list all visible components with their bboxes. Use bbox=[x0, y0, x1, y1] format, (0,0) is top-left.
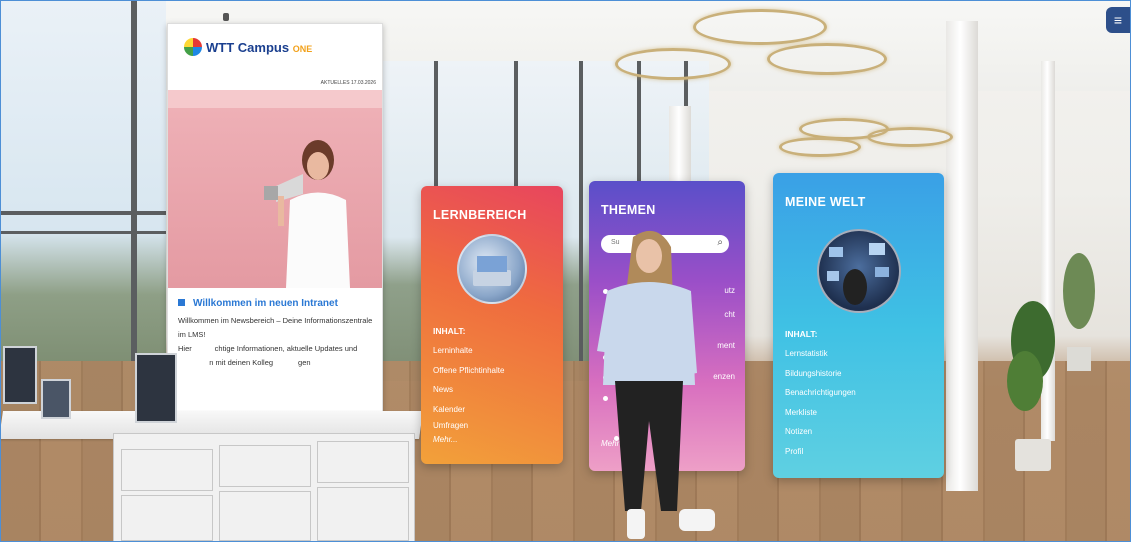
meine-welt-list: Lernstatistik Bildungshistorie Benachric… bbox=[785, 344, 856, 461]
spotlight-icon bbox=[223, 13, 229, 21]
logo-suffix: ONE bbox=[292, 44, 313, 54]
panel-meine-welt[interactable]: MEINE WELT INHALT: Lernstatistik Bildung… bbox=[773, 173, 944, 478]
column bbox=[946, 21, 978, 491]
storage-cabinet-drawer bbox=[317, 441, 409, 483]
topic-label: enzen bbox=[713, 371, 735, 381]
storage-cabinet-drawer bbox=[219, 445, 311, 487]
list-item-kalender[interactable]: Kalender bbox=[433, 400, 504, 420]
bullet-dot-icon bbox=[603, 283, 612, 301]
news-display[interactable]: WTT Campus ONE AKTUELLES 17.03.2026 Will… bbox=[167, 23, 383, 415]
themen-search[interactable]: ⌕ bbox=[601, 235, 729, 253]
list-item-lerninhalte[interactable]: Lerninhalte bbox=[433, 341, 504, 361]
list-item-news[interactable]: News bbox=[433, 380, 504, 400]
campus-logo-icon bbox=[184, 38, 202, 56]
ceiling-light-ring bbox=[693, 9, 827, 45]
list-item-benachrichtigungen[interactable]: Benachrichtigungen bbox=[785, 383, 856, 403]
computer-monitor bbox=[135, 353, 177, 423]
storage-cabinet-drawer bbox=[121, 495, 213, 541]
news-title[interactable]: Willkommen im neuen Intranet bbox=[178, 298, 338, 309]
hamburger-menu-icon[interactable]: ≡ bbox=[1106, 7, 1130, 33]
news-body: Willkommen im Newsbereich – Deine Inform… bbox=[178, 314, 374, 370]
computer-monitor bbox=[41, 379, 71, 419]
themen-list: utz cht ment enzen bbox=[713, 281, 735, 391]
panel-title: MEINE WELT bbox=[785, 195, 866, 209]
digital-world-image bbox=[817, 229, 901, 313]
panel-title: THEMEN bbox=[601, 203, 656, 217]
list-item-lernstatistik[interactable]: Lernstatistik bbox=[785, 344, 856, 364]
topic-label: Te um bbox=[623, 434, 666, 443]
storage-cabinet-drawer bbox=[317, 487, 409, 541]
laptop-image bbox=[457, 234, 527, 304]
ceiling-light-ring bbox=[867, 127, 953, 147]
list-item[interactable]: enzen bbox=[713, 363, 735, 391]
campus-logo: WTT Campus ONE bbox=[206, 40, 312, 55]
list-item-mehr[interactable]: Mehr... bbox=[433, 433, 504, 447]
lernbereich-list: Lerninhalte Offene Pflichtinhalte News K… bbox=[433, 341, 504, 447]
storage-cabinet-drawer bbox=[121, 449, 213, 491]
ceiling-light-ring bbox=[767, 43, 887, 75]
list-item-profil[interactable]: Profil bbox=[785, 442, 856, 462]
title-square-icon bbox=[178, 299, 185, 306]
content-label: INHALT: bbox=[785, 329, 818, 339]
search-input[interactable] bbox=[609, 238, 713, 247]
woman-megaphone-illustration bbox=[264, 140, 350, 288]
news-body-line: n mit deinen Kolleg gen bbox=[178, 358, 311, 367]
logo-brand: WTT Campus bbox=[206, 40, 290, 55]
news-body-line: Willkommen im Newsbereich – Deine Inform… bbox=[178, 316, 373, 325]
news-body-line: Hier chtige Informationen, aktuelle Upda… bbox=[178, 344, 358, 353]
topic-label: cht bbox=[724, 309, 735, 319]
potted-plant bbox=[1063, 253, 1095, 371]
news-title-text: Willkommen im neuen Intranet bbox=[193, 298, 338, 309]
bullet-dot-icon bbox=[603, 369, 612, 387]
news-body-line: im LMS! bbox=[178, 330, 206, 339]
list-item-umfragen[interactable]: Umfragen bbox=[433, 419, 504, 433]
ceiling-light-ring bbox=[779, 137, 861, 157]
themen-more[interactable]: Mehr bbox=[601, 439, 619, 448]
list-item-notizen[interactable]: Notizen bbox=[785, 422, 856, 442]
bullet-dot-icon bbox=[603, 390, 612, 408]
topic-label: ment bbox=[717, 340, 735, 350]
panel-title: LERNBEREICH bbox=[433, 208, 527, 222]
list-item[interactable]: utz bbox=[713, 281, 735, 301]
news-header: WTT Campus ONE AKTUELLES 17.03.2026 bbox=[168, 24, 382, 86]
news-meta: AKTUELLES 17.03.2026 bbox=[320, 80, 376, 86]
virtual-campus-scene: WTT Campus ONE AKTUELLES 17.03.2026 Will… bbox=[0, 0, 1131, 542]
storage-cabinet-drawer bbox=[219, 491, 311, 541]
list-item-offene-pflichtinhalte[interactable]: Offene Pflichtinhalte bbox=[433, 361, 504, 381]
list-item-merkliste[interactable]: Merkliste bbox=[785, 403, 856, 423]
ceiling-light-ring bbox=[615, 48, 731, 80]
content-label: INHALT: bbox=[433, 326, 466, 336]
panel-lernbereich[interactable]: LERNBEREICH INHALT: Lerninhalte Offene P… bbox=[421, 186, 563, 464]
topic-label: utz bbox=[724, 286, 735, 295]
panel-themen[interactable]: THEMEN ⌕ utz cht ment enzen Te um Mehr bbox=[589, 181, 745, 471]
bullet-dot-icon bbox=[603, 349, 612, 367]
potted-plant bbox=[1007, 301, 1055, 471]
list-item-bildungshistorie[interactable]: Bildungshistorie bbox=[785, 364, 856, 384]
list-item[interactable]: ment bbox=[713, 329, 735, 363]
computer-monitor bbox=[3, 346, 37, 404]
list-item[interactable]: cht bbox=[713, 301, 735, 329]
search-icon[interactable]: ⌕ bbox=[717, 237, 723, 248]
news-hero-image bbox=[168, 90, 382, 288]
